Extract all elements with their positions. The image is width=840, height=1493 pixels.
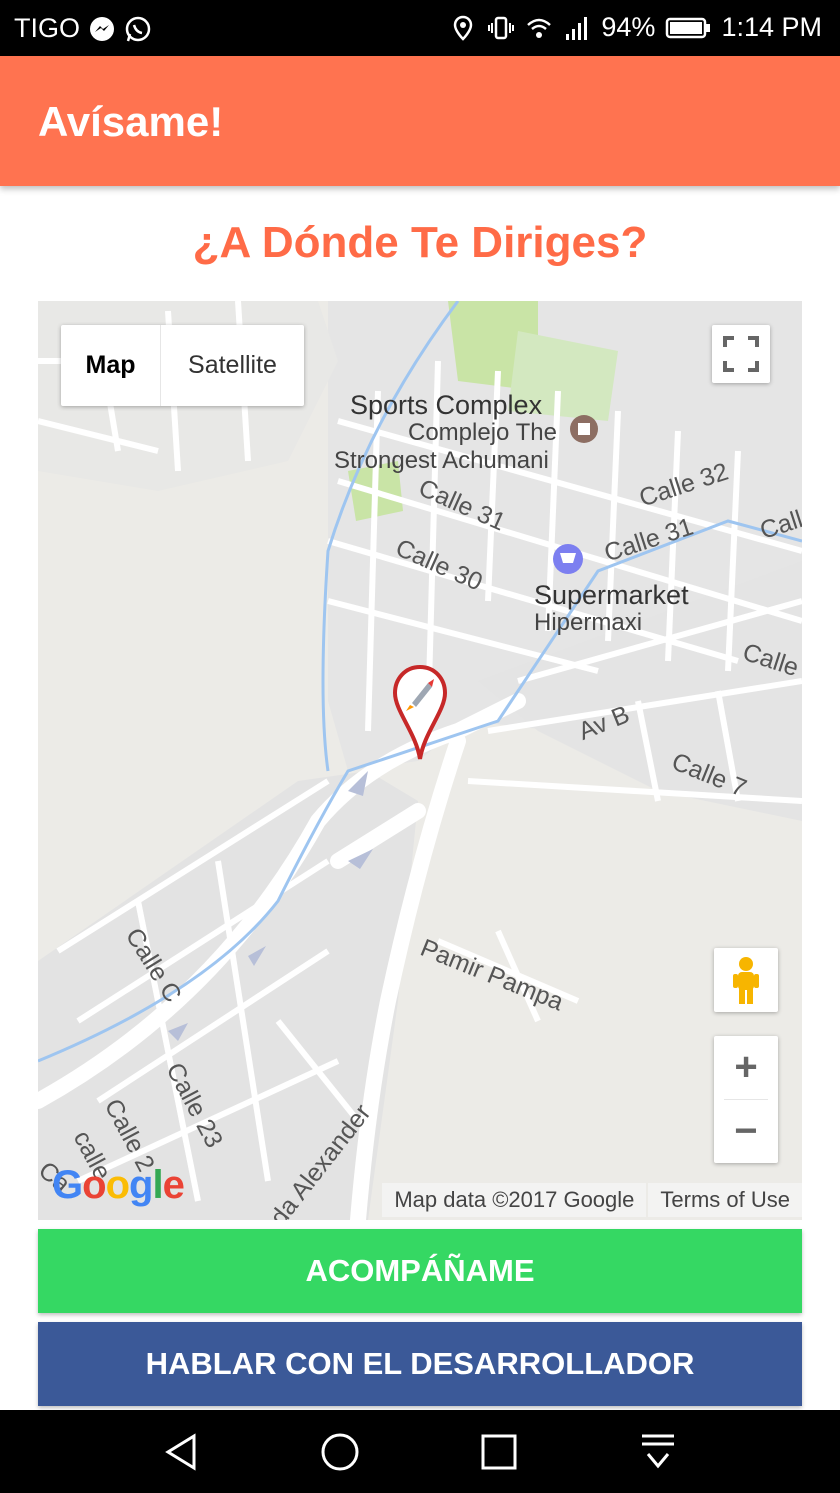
status-bar: TIGO 94% 1:14 PM xyxy=(0,0,840,56)
wifi-icon xyxy=(527,18,552,38)
terms-of-use-link[interactable]: Terms of Use xyxy=(648,1183,802,1217)
recents-icon[interactable] xyxy=(475,1428,523,1476)
map-type-map-button[interactable]: Map xyxy=(61,325,161,406)
carrier-name: TIGO xyxy=(14,13,80,43)
battery-percent: 94% xyxy=(601,12,656,42)
clock: 1:14 PM xyxy=(721,12,822,42)
map-attribution: Map data ©2017 Google Terms of Use xyxy=(382,1183,802,1217)
poi-subtitle: Strongest Achumani xyxy=(334,447,549,474)
poi-supermarket[interactable]: Supermarket Hipermaxi xyxy=(534,581,689,637)
poi-name: Supermarket xyxy=(534,580,689,610)
map-data-credit: Map data ©2017 Google xyxy=(382,1183,647,1217)
map-type-satellite-button[interactable]: Satellite xyxy=(161,325,304,406)
zoom-out-button[interactable]: − xyxy=(714,1100,778,1163)
navigation-bar xyxy=(0,1410,840,1493)
map-type-control: Map Satellite xyxy=(61,325,304,406)
notifications-icon[interactable] xyxy=(634,1428,682,1476)
talk-to-developer-button[interactable]: HABLAR CON EL DESARROLLADOR xyxy=(38,1322,802,1406)
home-icon[interactable] xyxy=(316,1428,364,1476)
rocket-icon[interactable] xyxy=(392,665,448,761)
map-view[interactable]: Sports Complex Complejo The Strongest Ac… xyxy=(38,301,802,1220)
fullscreen-icon xyxy=(723,336,759,372)
whatsapp-icon xyxy=(125,16,151,41)
pegman-icon xyxy=(733,957,759,1004)
poi-subtitle: Complejo The xyxy=(408,419,557,446)
zoom-in-button[interactable]: + xyxy=(714,1036,778,1099)
app-title: Avísame! xyxy=(38,98,224,145)
poi-name: Sports Complex xyxy=(350,390,543,420)
fullscreen-button[interactable] xyxy=(712,325,770,383)
zoom-control: + − xyxy=(714,1036,778,1163)
poi-sports-complex[interactable]: Sports Complex Complejo The Strongest Ac… xyxy=(334,390,557,475)
messenger-icon xyxy=(90,16,114,41)
street-view-button[interactable] xyxy=(714,948,778,1012)
back-icon[interactable] xyxy=(158,1428,206,1476)
signal-icon xyxy=(566,16,588,40)
vibrate-icon xyxy=(488,16,515,39)
app-bar: Avísame! xyxy=(0,56,840,186)
page-heading: ¿A Dónde Te Diriges? xyxy=(192,218,648,267)
location-icon xyxy=(454,15,473,41)
poi-subtitle: Hipermaxi xyxy=(534,609,643,636)
accompany-button[interactable]: ACOMPÁÑAME xyxy=(38,1229,802,1313)
google-logo: Google xyxy=(52,1163,185,1207)
battery-icon xyxy=(666,17,711,38)
